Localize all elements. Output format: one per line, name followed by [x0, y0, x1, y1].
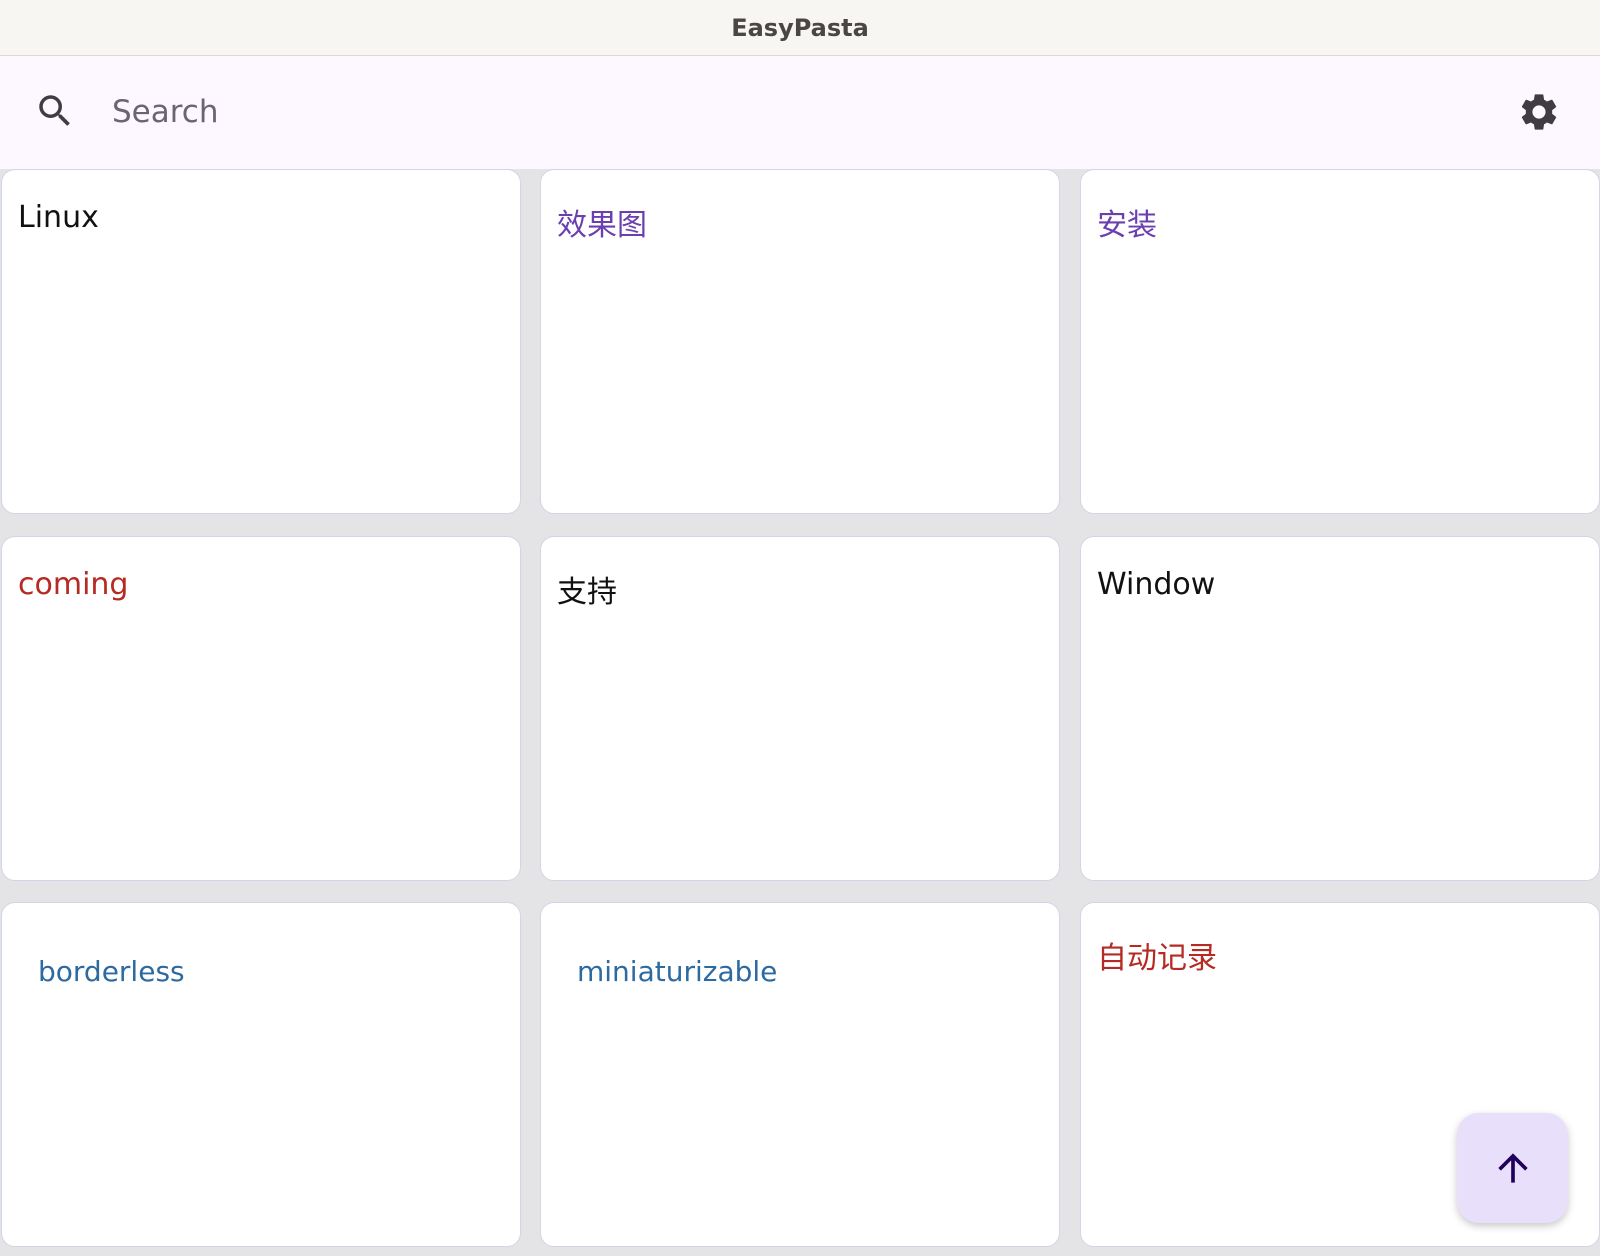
clip-text: miniaturizable [577, 955, 778, 988]
clip-text: 自动记录 [1097, 941, 1217, 976]
clip-card[interactable]: 效果图 [540, 169, 1060, 514]
search-toolbar [0, 56, 1600, 169]
clip-text: Linux [18, 200, 99, 235]
clip-text: 效果图 [557, 208, 647, 243]
scroll-to-top-button[interactable] [1457, 1113, 1568, 1223]
arrow-up-icon [1497, 1153, 1528, 1183]
clip-card[interactable]: Linux [1, 169, 521, 514]
title-bar[interactable]: EasyPasta [0, 0, 1600, 56]
clip-card[interactable]: Window [1080, 536, 1600, 881]
clip-text: Window [1097, 567, 1216, 602]
clip-card[interactable]: 安装 [1080, 169, 1600, 514]
gear-icon[interactable] [1517, 90, 1561, 134]
window-title: EasyPasta [731, 13, 869, 42]
clip-card[interactable]: miniaturizable [540, 902, 1060, 1247]
app-window: EasyPasta Linux 效果图 安装 coming 支持 Window [0, 0, 1600, 1256]
clipboard-grid: Linux 效果图 安装 coming 支持 Window borderless… [0, 169, 1600, 1256]
clip-card[interactable]: 支持 [540, 536, 1060, 881]
clip-text: borderless [38, 955, 185, 988]
clip-text: 支持 [557, 575, 617, 610]
clip-card[interactable]: borderless [1, 902, 521, 1247]
clip-card[interactable]: coming [1, 536, 521, 881]
clip-text: 安装 [1097, 208, 1157, 243]
clip-text: coming [18, 567, 129, 602]
search-icon [39, 95, 70, 126]
search-input[interactable] [112, 82, 1412, 142]
